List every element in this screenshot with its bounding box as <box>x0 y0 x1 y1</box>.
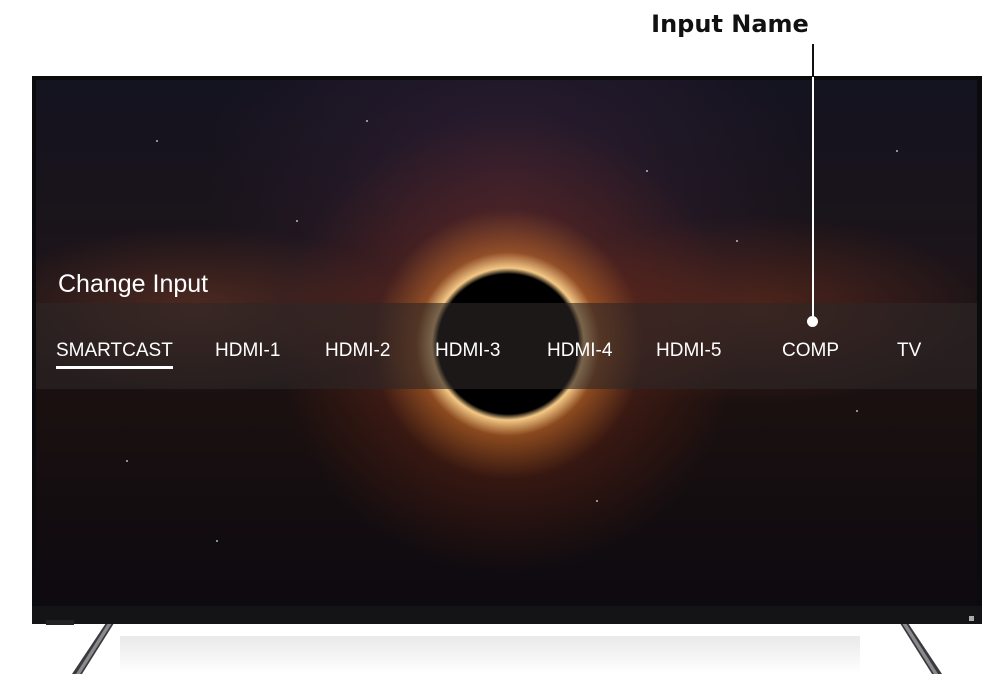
callout-label: Input Name <box>651 10 809 38</box>
tv-stand-left-leg <box>72 620 116 674</box>
tv-bottom-bezel <box>32 606 982 624</box>
input-hdmi-2[interactable]: HDMI-2 <box>325 340 390 362</box>
floor-reflection <box>120 636 860 674</box>
input-tv[interactable]: TV <box>897 340 921 362</box>
tv-bottom-tab <box>46 620 74 625</box>
tv-stand-right-leg <box>898 620 942 674</box>
tv-screen: Change Input SMARTCAST HDMI-1 HDMI-2 HDM… <box>36 80 977 606</box>
input-hdmi-5[interactable]: HDMI-5 <box>656 340 721 362</box>
input-hdmi-1[interactable]: HDMI-1 <box>215 340 280 362</box>
input-comp[interactable]: COMP <box>782 340 839 362</box>
input-smartcast[interactable]: SMARTCAST <box>56 340 173 369</box>
input-hdmi-3[interactable]: HDMI-3 <box>435 340 500 362</box>
input-hdmi-4[interactable]: HDMI-4 <box>547 340 612 362</box>
callout-line <box>812 77 814 317</box>
callout-line-top <box>812 44 814 77</box>
tv-power-led <box>969 616 974 621</box>
change-input-title: Change Input <box>58 270 209 298</box>
callout-dot <box>807 316 818 327</box>
